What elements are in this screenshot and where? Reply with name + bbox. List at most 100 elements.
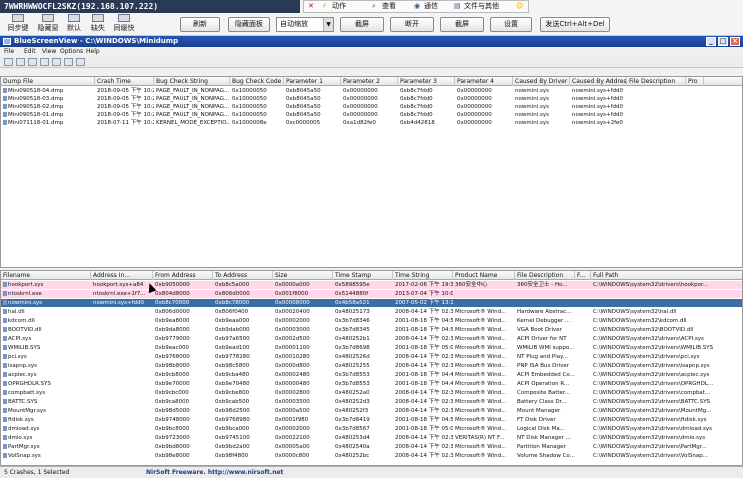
- crash-col-header[interactable]: Crash Time: [95, 77, 154, 86]
- driver-row[interactable]: hookport.sys hookport.sys+a84 0xb9050000 0x…: [1, 281, 742, 289]
- driver-cell: 0xb9e70000: [153, 380, 213, 388]
- crash-row[interactable]: Mini090518-03.dmp 2018-09-05 下午 10:2...PA…: [1, 95, 742, 103]
- driver-row[interactable]: hal.dll 0x806d0000 0x806f0400 0x00020400 0x4…: [1, 308, 742, 316]
- driver-row[interactable]: BOOTVID.dll 0xb9da8000 0xb9dab000 0x0000300…: [1, 326, 742, 334]
- driver-row[interactable]: kdcom.dll 0xb9ea8000 0xb9eaa000 0x00002000 0…: [1, 317, 742, 325]
- menu-edit[interactable]: Edit: [24, 47, 36, 57]
- menu-options[interactable]: Options: [60, 47, 83, 57]
- refresh-icon[interactable]: [52, 58, 61, 66]
- driver-cell: ACPI Operation R...: [515, 380, 575, 388]
- save-icon[interactable]: [28, 58, 37, 66]
- close-icon[interactable]: ✕: [308, 1, 314, 12]
- driver-cell: ntoskrnl.exe: [1, 290, 91, 298]
- comm-menu[interactable]: 通信: [424, 1, 438, 12]
- driver-row[interactable]: acpiec.sys 0xb9cb8000 0xb9cba480 0x00002480…: [1, 371, 742, 379]
- driver-cell-text: Microsoft® Wind...: [455, 399, 507, 405]
- crash-row[interactable]: Mini090518-02.dmp 2018-09-05 下午 10:2...PA…: [1, 103, 742, 111]
- hide-desktop-button[interactable]: 隐藏面板: [228, 17, 270, 32]
- disconnect-button[interactable]: 断开: [390, 17, 434, 32]
- files-menu[interactable]: 文件与其他: [464, 1, 499, 12]
- menu-view[interactable]: View: [42, 47, 56, 57]
- send-ctrl-alt-del-button[interactable]: 发送Ctrl+Alt+Del: [540, 17, 610, 32]
- options-icon[interactable]: [64, 58, 73, 66]
- driver-col-header[interactable]: Address In...: [91, 271, 153, 280]
- crash-col-header[interactable]: Bug Check Code: [230, 77, 284, 86]
- settings-button[interactable]: 设置: [490, 17, 532, 32]
- driver-col-header[interactable]: From Address: [153, 271, 213, 280]
- crash-row[interactable]: Mini090518-04.dmp 2018-09-05 下午 10:2...PA…: [1, 87, 742, 95]
- driver-row[interactable]: compbatt.sys 0xb9cbc000 0xb9cbe800 0x000028…: [1, 389, 742, 397]
- driver-row[interactable]: ntoskrnl.exe ntoskrnl.exe+1f7... 0x804d800…: [1, 290, 742, 298]
- menu-file[interactable]: File: [4, 47, 14, 57]
- driver-cell: [575, 425, 591, 433]
- snapshot-button[interactable]: 截屏: [340, 17, 384, 32]
- crash-row[interactable]: Mini090518-01.dmp 2018-09-05 下午 10:2...PA…: [1, 111, 742, 119]
- crash-cell: 0xb8045a50: [284, 95, 341, 103]
- crash-col-header[interactable]: Caused By Address: [570, 77, 627, 86]
- copy-icon[interactable]: [40, 58, 49, 66]
- driver-col-header[interactable]: Full Path: [591, 271, 742, 280]
- crash-col-header[interactable]: Parameter 2: [341, 77, 398, 86]
- driver-col-header[interactable]: F...: [575, 271, 591, 280]
- refresh-button[interactable]: 刷新: [180, 17, 220, 32]
- crash-col-header[interactable]: Caused By Driver: [513, 77, 570, 86]
- driver-row[interactable]: PartMgr.sys 0xb9bd8000 0xb9bd2a00 0x00005a0…: [1, 443, 742, 451]
- driver-cell: ftdisk.sys: [1, 416, 91, 424]
- smiley-icon[interactable]: ☺: [516, 1, 523, 12]
- driver-row[interactable]: WMILIB.SYS 0xb9eac000 0xb9ead100 0x00001100…: [1, 344, 742, 352]
- driver-cell: Microsoft® Wind...: [453, 317, 515, 325]
- driver-cell: [575, 452, 591, 460]
- crash-cell: 2018-09-05 下午 10:2...: [95, 111, 154, 119]
- driver-row[interactable]: MountMgr.sys 0xb98d5000 0xb98d2500 0x0000a5…: [1, 407, 742, 415]
- driver-row[interactable]: BATTC.SYS 0xb9ca8000 0xb9cab500 0x00003500 0…: [1, 398, 742, 406]
- driver-row[interactable]: pci.sys 0xb9768000 0xb9778280 0x00010280 0x4…: [1, 353, 742, 361]
- html-report-icon[interactable]: [4, 58, 13, 66]
- menu-help[interactable]: Help: [86, 47, 100, 57]
- driver-col-header[interactable]: To Address: [213, 271, 273, 280]
- crash-col-header[interactable]: File Description: [627, 77, 686, 86]
- capture-button[interactable]: 截屏: [440, 17, 484, 32]
- driver-cell: [91, 443, 153, 451]
- crash-col-header[interactable]: Pro: [686, 77, 704, 86]
- minimize-icon[interactable]: _: [706, 37, 716, 46]
- tool-cache[interactable]: 同缓快: [110, 14, 138, 34]
- driver-row[interactable]: VolSnap.sys 0xb98e8000 0xb98f4800 0x0000c80…: [1, 452, 742, 460]
- driver-col-header[interactable]: Time String: [393, 271, 453, 280]
- driver-row[interactable]: isapnp.sys 0xb98b8000 0xb98c5800 0x0000d800…: [1, 362, 742, 370]
- close-window-icon[interactable]: ×: [730, 37, 740, 46]
- driver-cell: C:\WINDOWS\system32\drivers\pci.sys: [591, 353, 742, 361]
- driver-cell-text: C:\WINDOWS\system32\drivers\dmload.sys: [593, 426, 713, 432]
- driver-cell-text: 0xb9cab500: [215, 399, 250, 405]
- driver-row[interactable]: OPRGHDLR.SYS 0xb9e70000 0xb9e70480 0x000004…: [1, 380, 742, 388]
- maximize-icon[interactable]: □: [718, 37, 728, 46]
- driver-row[interactable]: nowmini.sys nowmini.sys+fdd0 0xb8c70000 0xb…: [1, 299, 742, 307]
- driver-col-header[interactable]: Size: [273, 271, 333, 280]
- driver-cell: nowmini.sys: [1, 299, 91, 307]
- crash-col-header[interactable]: Parameter 3: [398, 77, 455, 86]
- driver-cell: 0x00003000: [273, 326, 333, 334]
- crash-col-header[interactable]: Dump File: [1, 77, 95, 86]
- driver-row[interactable]: dmio.sys 0xb9723000 0xb9745100 0x00022100 0x…: [1, 434, 742, 442]
- driver-cell-text: 0x0000a000: [275, 282, 310, 288]
- about-icon[interactable]: [76, 58, 85, 66]
- crash-row[interactable]: Mini071118-01.dmp 2018-07-11 下午 10:2...KE…: [1, 119, 742, 127]
- tool-sync-keys[interactable]: 同步键: [4, 14, 32, 34]
- driver-cell: 0x480252bc: [333, 452, 393, 460]
- tool-hide-window[interactable]: 隐藏窗: [34, 14, 62, 34]
- driver-row[interactable]: dmload.sys 0xb9bc8000 0xb9bca000 0x00002000…: [1, 425, 742, 433]
- ratio-select[interactable]: 自动缩放 ▼: [276, 17, 334, 32]
- driver-col-header[interactable]: File Description: [515, 271, 575, 280]
- crash-col-header[interactable]: Bug Check String: [154, 77, 230, 86]
- driver-col-header[interactable]: Filename: [1, 271, 91, 280]
- driver-row[interactable]: ftdisk.sys 0xb9748000 0xb9768980 0x0001f980…: [1, 416, 742, 424]
- driver-col-header[interactable]: Time Stamp: [333, 271, 393, 280]
- driver-file-icon: [3, 453, 7, 458]
- crash-col-header[interactable]: Parameter 4: [455, 77, 513, 86]
- view-menu[interactable]: 查看: [382, 1, 396, 12]
- action-menu[interactable]: 动作: [332, 1, 346, 12]
- tool-missing[interactable]: 缺失: [84, 14, 112, 34]
- crash-col-header[interactable]: Parameter 1: [284, 77, 341, 86]
- properties-icon[interactable]: [16, 58, 25, 66]
- driver-col-header[interactable]: Product Name: [453, 271, 515, 280]
- driver-row[interactable]: ACPI.sys 0xb9779000 0xb97a6500 0x0002d500 0x…: [1, 335, 742, 343]
